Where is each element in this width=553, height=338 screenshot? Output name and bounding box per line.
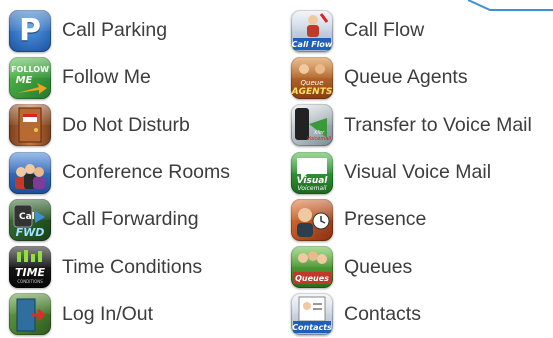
feature-label: Follow Me [62,66,151,89]
feature-label: Call Parking [62,19,168,42]
svg-text:Voicemail: Voicemail [298,185,327,192]
feature-label: Log In/Out [62,302,154,325]
feature-call-flow[interactable]: Call Flow Call Flow [291,7,553,54]
feature-list-right: Call Flow Call Flow Queue AGENTS Queue A… [291,7,553,338]
feature-visual-voice-mail[interactable]: Visual Voicemail Visual Voice Mail [291,149,553,196]
do-not-disturb-icon [9,104,51,147]
queues-icon: Queues [291,246,333,289]
feature-contacts[interactable]: Contacts Contacts [291,291,553,338]
feature-label: Transfer to Voice Mail [344,113,532,136]
feature-call-forwarding[interactable]: Call FWD Call Forwarding [9,196,269,243]
feature-label: Visual Voice Mail [344,161,492,184]
feature-label: Contacts [344,302,421,325]
feature-label: Call Forwarding [62,208,199,231]
log-in-out-icon [9,293,51,336]
feature-call-parking[interactable]: P Call Parking [9,7,269,54]
contacts-icon: Contacts [291,293,333,336]
queue-agents-icon: Queue AGENTS [291,56,333,99]
call-parking-icon: P [9,9,51,52]
feature-do-not-disturb[interactable]: Do Not Disturb [9,102,269,149]
svg-text:AGENTS: AGENTS [291,87,332,97]
call-flow-icon: Call Flow [291,9,333,52]
feature-label: Time Conditions [62,255,203,278]
time-conditions-icon: TIME CONDITIONS [9,246,51,289]
svg-text:Queue: Queue [301,79,324,87]
feature-list-left: P Call Parking FOLLOW ME Follow Me Do No… [9,7,269,338]
svg-text:CONDITIONS: CONDITIONS [17,279,43,284]
feature-queue-agents[interactable]: Queue AGENTS Queue Agents [291,54,553,101]
feature-log-in-out[interactable]: Log In/Out [9,291,269,338]
svg-text:Queues: Queues [295,274,329,283]
svg-text:Contacts: Contacts [292,323,332,332]
feature-label: Call Flow [344,19,425,42]
feature-time-conditions[interactable]: TIME CONDITIONS Time Conditions [9,243,269,290]
feature-conference-rooms[interactable]: Conference Rooms [9,149,269,196]
svg-text:Call Flow: Call Flow [292,40,333,49]
call-forwarding-icon: Call FWD [9,198,51,241]
feature-transfer-voice-mail[interactable]: Xfer Voicemail Transfer to Voice Mail [291,102,553,149]
feature-label: Queue Agents [344,66,468,89]
svg-text:FOLLOW: FOLLOW [11,65,49,74]
feature-queues[interactable]: Queues Queues [291,243,553,290]
follow-me-icon: FOLLOW ME [9,56,51,99]
feature-follow-me[interactable]: FOLLOW ME Follow Me [9,54,269,101]
svg-text:FWD: FWD [16,226,45,239]
svg-text:ME: ME [16,75,33,86]
conference-rooms-icon [9,151,51,194]
feature-label: Presence [344,208,427,231]
feature-label: Do Not Disturb [62,113,190,136]
feature-presence[interactable]: Presence [291,196,553,243]
svg-text:Voicemail: Voicemail [307,136,332,142]
presence-icon [291,198,333,241]
visual-voicemail-icon: Visual Voicemail [291,151,333,194]
feature-label: Queues [344,255,413,278]
svg-text:TIME: TIME [15,266,46,279]
feature-label: Conference Rooms [62,161,230,184]
transfer-voicemail-icon: Xfer Voicemail [291,104,333,147]
